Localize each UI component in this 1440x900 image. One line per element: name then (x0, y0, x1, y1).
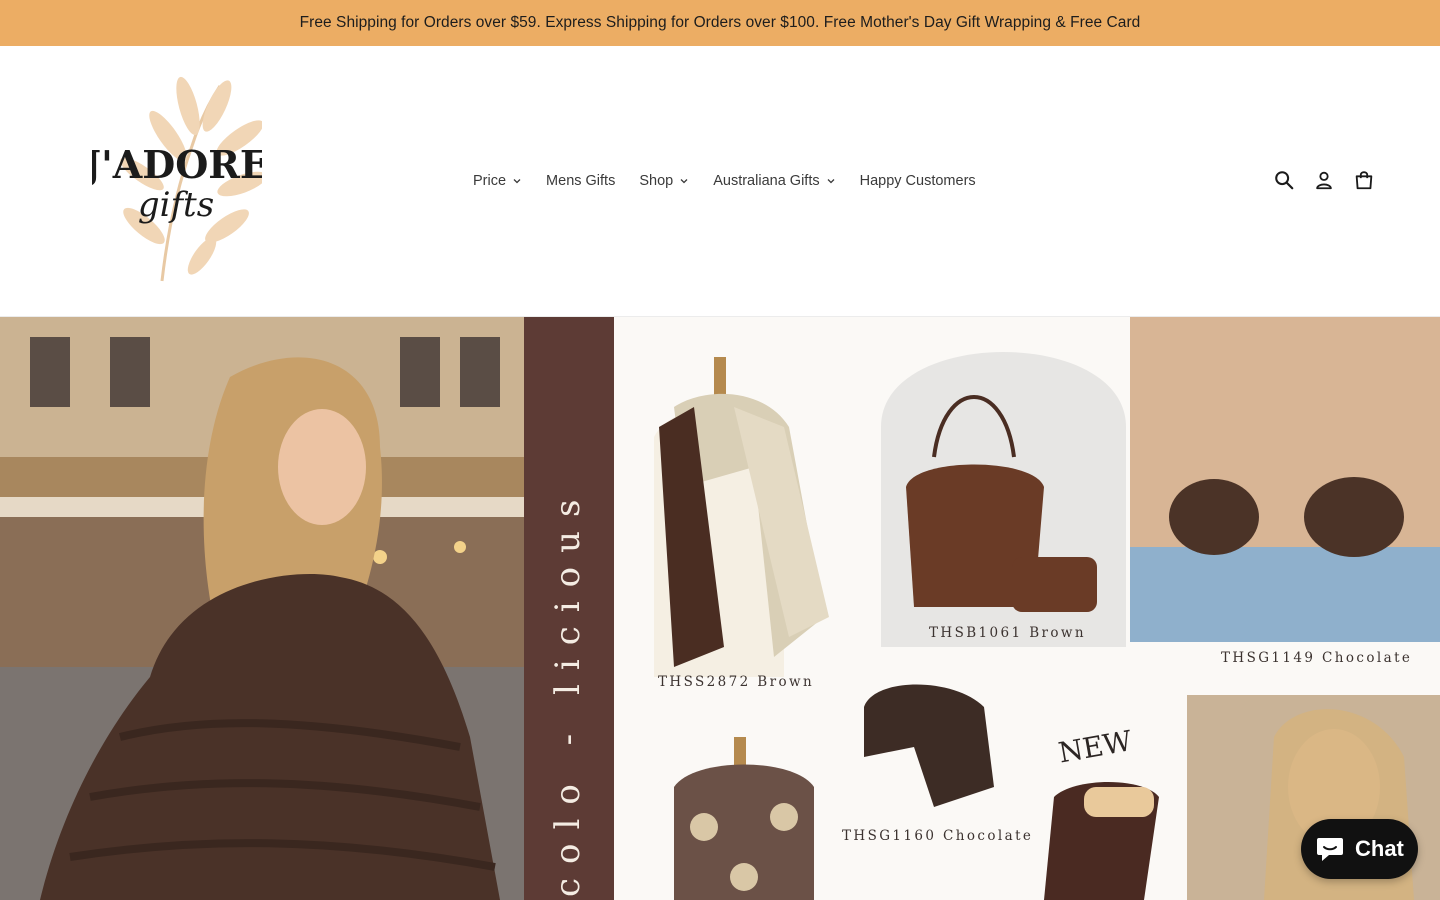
main-nav: Price Mens Gifts Shop Australiana Gifts … (464, 170, 985, 192)
chevron-down-icon (826, 176, 836, 186)
chat-label: Chat (1355, 836, 1404, 861)
product-label: THSS2872 Brown (658, 674, 815, 690)
chat-button[interactable]: Chat (1301, 819, 1418, 879)
announcement-bar: Free Shipping for Orders over $59. Expre… (0, 0, 1440, 46)
product-label: THSB1061 Brown (929, 625, 1086, 641)
search-icon (1275, 171, 1294, 190)
account-button[interactable] (1312, 168, 1336, 192)
leaf-logo-icon: J'ADORE gifts (80, 76, 269, 282)
tagline-text: colo - licious (548, 485, 588, 897)
store-logo[interactable]: J'ADORE gifts (80, 76, 269, 286)
nav-label-happy-customers: Happy Customers (859, 173, 976, 189)
search-button[interactable] (1272, 168, 1296, 192)
hero-photo-woman-poncho (0, 317, 524, 900)
cart-button[interactable] (1352, 168, 1376, 192)
nav-item-mens-gifts[interactable]: Mens Gifts (537, 170, 624, 192)
nav-item-price[interactable]: Price (464, 170, 531, 192)
svg-text:J'ADORE: J'ADORE (92, 142, 262, 187)
product-label: THSG1149 Chocolate (1221, 650, 1413, 666)
account-icon (1316, 171, 1332, 190)
chevron-down-icon (512, 176, 522, 186)
site-header: J'ADORE gifts Price Mens Gifts Shop Aust… (0, 46, 1440, 317)
nav-item-shop[interactable]: Shop (630, 170, 698, 192)
svg-text:gifts: gifts (138, 185, 214, 225)
nav-label-shop: Shop (639, 173, 674, 189)
nav-label-price: Price (473, 173, 507, 189)
chevron-down-icon (679, 176, 689, 186)
product-label: THSG1160 Chocolate (842, 828, 1034, 844)
cart-icon (1355, 171, 1373, 190)
nav-item-australiana-gifts[interactable]: Australiana Gifts (704, 170, 844, 192)
nav-label-australiana-gifts: Australiana Gifts (713, 173, 820, 189)
nav-label-mens-gifts: Mens Gifts (546, 173, 616, 189)
announcement-text: Free Shipping for Orders over $59. Expre… (299, 14, 1141, 31)
tagline-vertical: colo - licious (538, 437, 598, 897)
chat-bubble-icon (1317, 838, 1343, 861)
hero-banner[interactable]: colo - licious THSS2872 Brown THSB1061 B… (0, 317, 1440, 900)
nav-item-happy-customers[interactable]: Happy Customers (851, 170, 985, 192)
product-collage (614, 317, 1440, 900)
header-icons (1272, 168, 1376, 192)
